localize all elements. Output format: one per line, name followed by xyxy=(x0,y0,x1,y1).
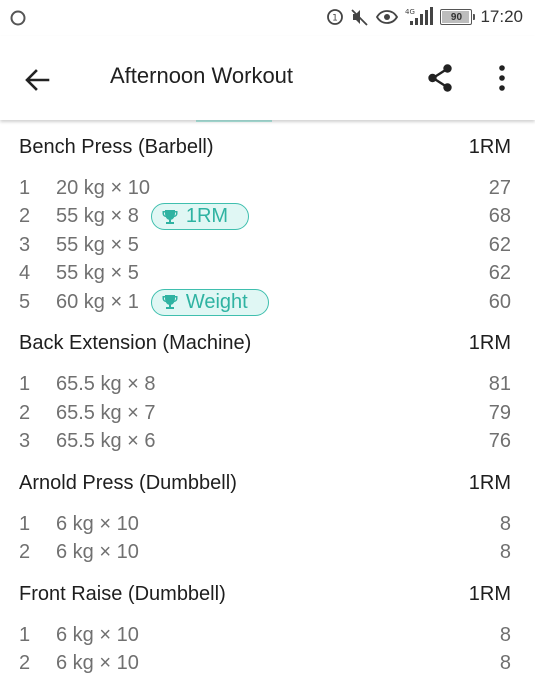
set-weight-reps: 55 kg × 5 xyxy=(56,262,139,285)
set-weight-reps: 55 kg × 5 xyxy=(56,233,139,256)
set-number: 5 xyxy=(19,290,31,313)
status-icons: 1 4G 90 17:20 xyxy=(326,7,523,27)
set-row: 2 65.5 kg × 7 79 xyxy=(0,399,535,428)
personal-record-label: Weight xyxy=(185,290,248,313)
exercise-metric-label: 1RM xyxy=(468,332,511,354)
exercise-name: Arnold Press (Dumbbell) xyxy=(19,471,237,494)
exercise-metric-label: 1RM xyxy=(468,471,511,494)
workout-detail[interactable]: Bench Press (Barbell) 1RM 1 20 kg × 10 27 2 55… xyxy=(0,120,535,679)
set-number: 1 xyxy=(19,623,31,646)
exercise-card[interactable]: Back Extension (Machine) 1RM 1 65.5 kg × 8 8… xyxy=(0,317,535,457)
set-row: 2 55 kg × 8 1RM 68 xyxy=(0,203,535,232)
set-1rm-value: 62 xyxy=(488,262,511,285)
personal-record-badge: Weight xyxy=(150,288,269,316)
app-bar: Afternoon Workout xyxy=(0,36,535,120)
exercise-name: Back Extension (Machine) xyxy=(19,332,252,354)
set-number: 1 xyxy=(19,176,31,199)
set-1rm-value: 60 xyxy=(488,290,511,313)
exercise-header: Bench Press (Barbell) 1RM xyxy=(0,120,535,174)
set-row: 1 6 kg × 10 8 xyxy=(0,621,535,650)
more-vert-icon xyxy=(499,65,505,91)
battery-icon: 90 xyxy=(440,9,476,25)
set-number: 1 xyxy=(19,512,31,535)
set-1rm-value: 62 xyxy=(488,233,511,256)
share-icon xyxy=(428,64,452,92)
set-weight-reps: 6 kg × 10 xyxy=(56,512,139,535)
set-1rm-value: 8 xyxy=(499,652,511,675)
set-row: 4 55 kg × 5 62 xyxy=(0,260,535,289)
set-weight-reps: 6 kg × 10 xyxy=(56,623,139,646)
exercise-list: Bench Press (Barbell) 1RM 1 20 kg × 10 27 2 55… xyxy=(0,120,535,678)
set-weight-reps: 60 kg × 1 xyxy=(56,290,139,313)
set-weight-reps: 20 kg × 10 xyxy=(56,176,150,199)
personal-record-badge: 1RM xyxy=(150,203,250,231)
exercise-header: Front Raise (Dumbbell) 1RM xyxy=(0,567,535,621)
set-number: 3 xyxy=(19,430,31,453)
set-1rm-value: 76 xyxy=(488,430,511,453)
trophy-icon xyxy=(162,295,178,310)
network-type-label: 4G xyxy=(405,8,415,16)
set-1rm-value: 8 xyxy=(499,623,511,646)
set-number: 2 xyxy=(19,205,31,228)
data-saver-icon: 1 xyxy=(326,8,344,26)
set-number: 1 xyxy=(19,373,31,396)
signal-icon: 4G xyxy=(404,7,434,27)
circle-notification-icon xyxy=(9,9,27,27)
set-row: 1 20 kg × 10 27 xyxy=(0,174,535,203)
set-number: 3 xyxy=(19,233,31,256)
personal-record-label: 1RM xyxy=(185,205,229,228)
set-1rm-value: 8 xyxy=(499,512,511,535)
set-1rm-value: 27 xyxy=(488,176,511,199)
trophy-icon xyxy=(162,209,178,224)
set-row: 1 6 kg × 10 8 xyxy=(0,510,535,539)
set-number: 4 xyxy=(19,262,31,285)
set-weight-reps: 55 kg × 8 xyxy=(56,205,139,228)
set-row: 3 55 kg × 5 62 xyxy=(0,231,535,260)
back-arrow-icon xyxy=(25,69,50,91)
exercise-header: Back Extension (Machine) 1RM xyxy=(0,317,535,371)
set-number: 2 xyxy=(19,652,31,675)
set-1rm-value: 8 xyxy=(499,541,511,564)
exercise-name: Front Raise (Dumbbell) xyxy=(19,582,226,605)
exercise-name: Bench Press (Barbell) xyxy=(19,135,214,158)
set-weight-reps: 65.5 kg × 8 xyxy=(56,373,156,396)
set-weight-reps: 6 kg × 10 xyxy=(56,652,139,675)
set-row: 3 65.5 kg × 6 76 xyxy=(0,428,535,457)
clock: 17:20 xyxy=(480,7,523,26)
svg-text:1: 1 xyxy=(333,14,339,24)
set-1rm-value: 79 xyxy=(488,401,511,424)
set-row: 2 6 kg × 10 8 xyxy=(0,650,535,679)
set-1rm-value: 81 xyxy=(488,373,511,396)
set-weight-reps: 6 kg × 10 xyxy=(56,541,139,564)
status-bar: 1 4G 90 17:20 xyxy=(0,0,535,36)
exercise-header: Arnold Press (Dumbbell) 1RM xyxy=(0,456,535,510)
back-button[interactable] xyxy=(17,60,57,100)
set-number: 2 xyxy=(19,541,31,564)
set-number: 2 xyxy=(19,401,31,424)
exercise-card[interactable]: Bench Press (Barbell) 1RM 1 20 kg × 10 27 2 55… xyxy=(0,120,535,317)
share-button[interactable] xyxy=(420,58,460,98)
set-weight-reps: 65.5 kg × 7 xyxy=(56,401,156,424)
set-row: 2 6 kg × 10 8 xyxy=(0,539,535,568)
exercise-metric-label: 1RM xyxy=(468,135,511,158)
page-title: Afternoon Workout xyxy=(110,63,294,88)
set-weight-reps: 65.5 kg × 6 xyxy=(56,430,156,453)
set-row: 5 60 kg × 1 Weight 60 xyxy=(0,288,535,317)
set-row: 1 65.5 kg × 8 81 xyxy=(0,371,535,400)
mute-icon xyxy=(350,8,370,26)
exercise-metric-label: 1RM xyxy=(468,582,511,605)
exercise-card[interactable]: Arnold Press (Dumbbell) 1RM 1 6 kg × 10 8 2 6 … xyxy=(0,456,535,567)
battery-level: 90 xyxy=(450,11,463,23)
eye-comfort-icon xyxy=(376,9,399,25)
exercise-card[interactable]: Front Raise (Dumbbell) 1RM 1 6 kg × 10 8 2 6 k… xyxy=(0,567,535,678)
set-1rm-value: 68 xyxy=(488,205,511,228)
more-options-button[interactable] xyxy=(482,58,522,98)
